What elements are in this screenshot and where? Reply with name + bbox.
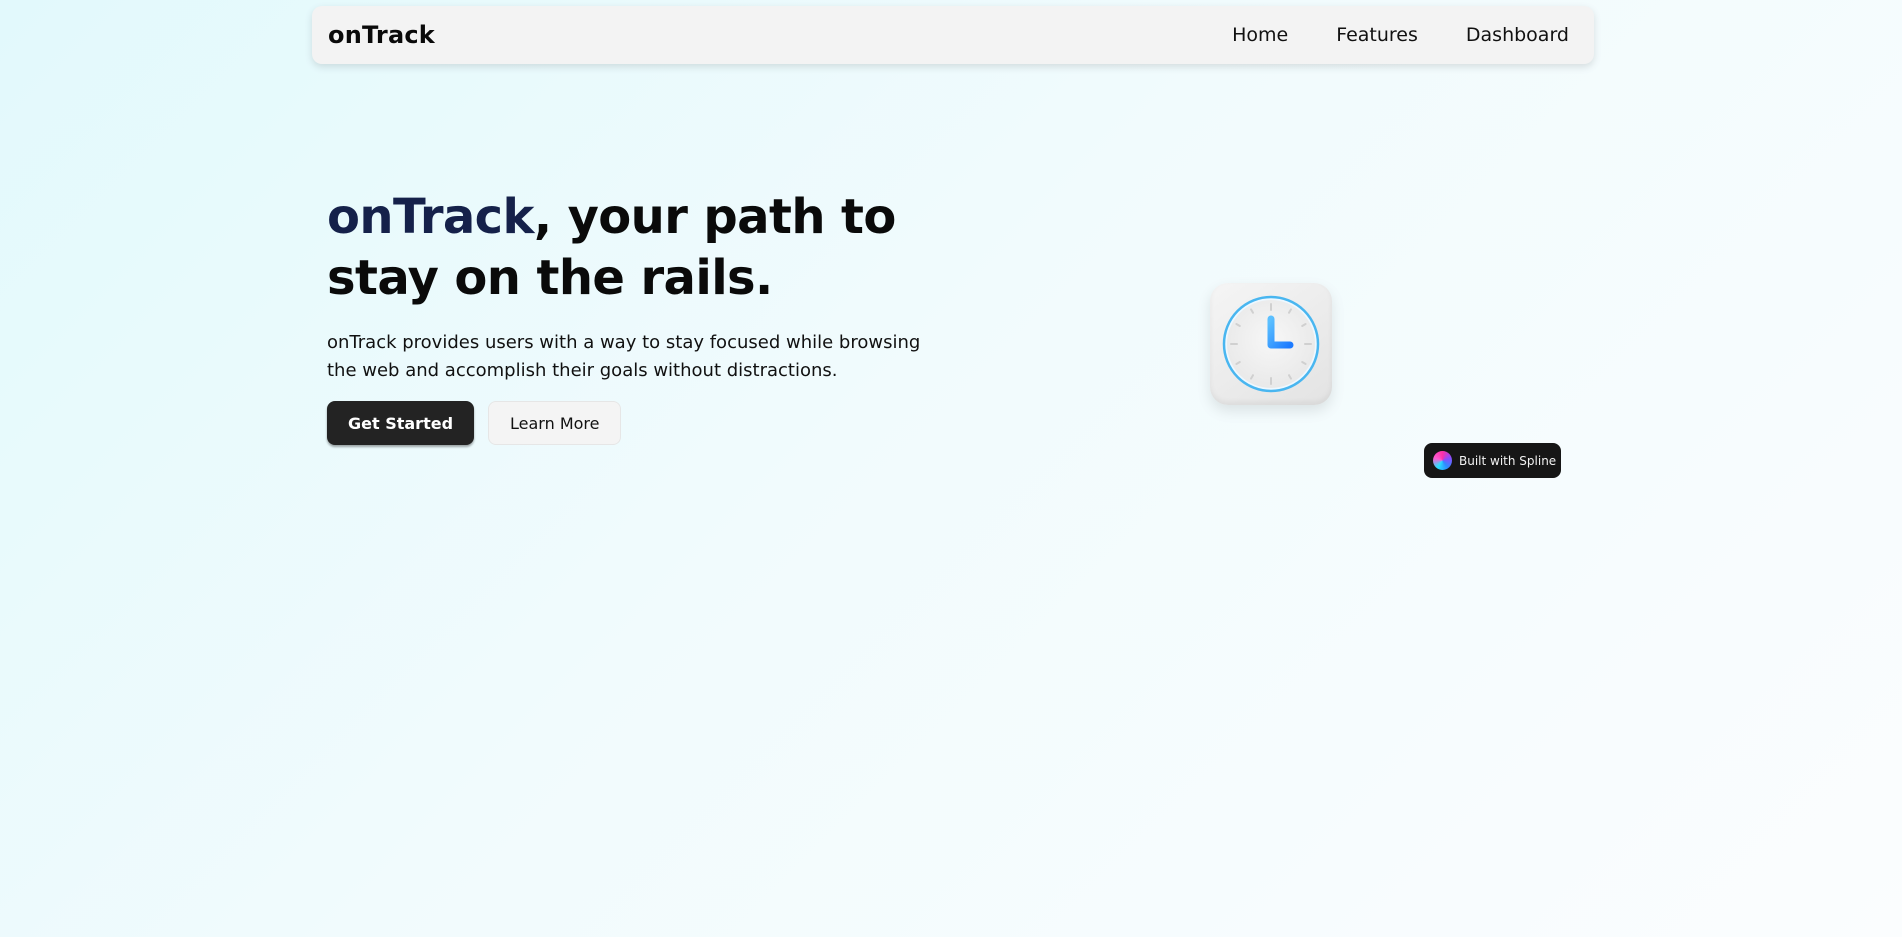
hero-title: onTrack, your path to stay on the rails. (327, 187, 947, 309)
built-with-spline-badge[interactable]: Built with Spline (1424, 443, 1561, 478)
clock-illustration (1210, 283, 1332, 405)
spline-logo-icon (1433, 451, 1452, 470)
brand-logo[interactable]: onTrack (328, 6, 435, 64)
clock-icon (1222, 295, 1320, 393)
hero-actions: Get Started Learn More (327, 401, 947, 445)
nav-links: Home Features Dashboard (1232, 6, 1569, 64)
hero-section: onTrack, your path to stay on the rails.… (327, 187, 947, 445)
hero-description: onTrack provides users with a way to sta… (327, 332, 921, 381)
nav-link-features[interactable]: Features (1336, 24, 1418, 46)
spline-badge-label: Built with Spline (1459, 453, 1557, 468)
hero-title-brand: onTrack (327, 189, 534, 245)
top-navbar: onTrack Home Features Dashboard (312, 6, 1594, 64)
get-started-button[interactable]: Get Started (327, 401, 475, 445)
nav-link-dashboard[interactable]: Dashboard (1466, 24, 1569, 46)
learn-more-button[interactable]: Learn More (488, 401, 622, 445)
nav-link-home[interactable]: Home (1232, 24, 1288, 46)
